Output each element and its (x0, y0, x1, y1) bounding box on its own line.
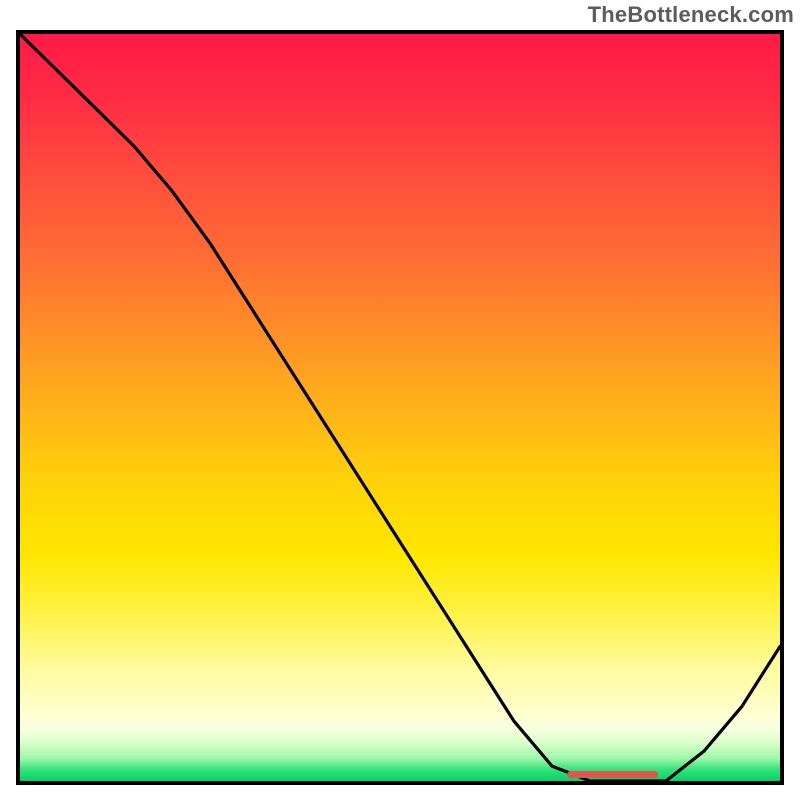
plot-frame (16, 30, 784, 785)
watermark-text: TheBottleneck.com (588, 2, 794, 28)
curve-path (20, 34, 780, 781)
chart-stage: TheBottleneck.com (0, 0, 800, 800)
bottleneck-curve (20, 34, 780, 781)
optimal-range-marker (567, 771, 658, 778)
